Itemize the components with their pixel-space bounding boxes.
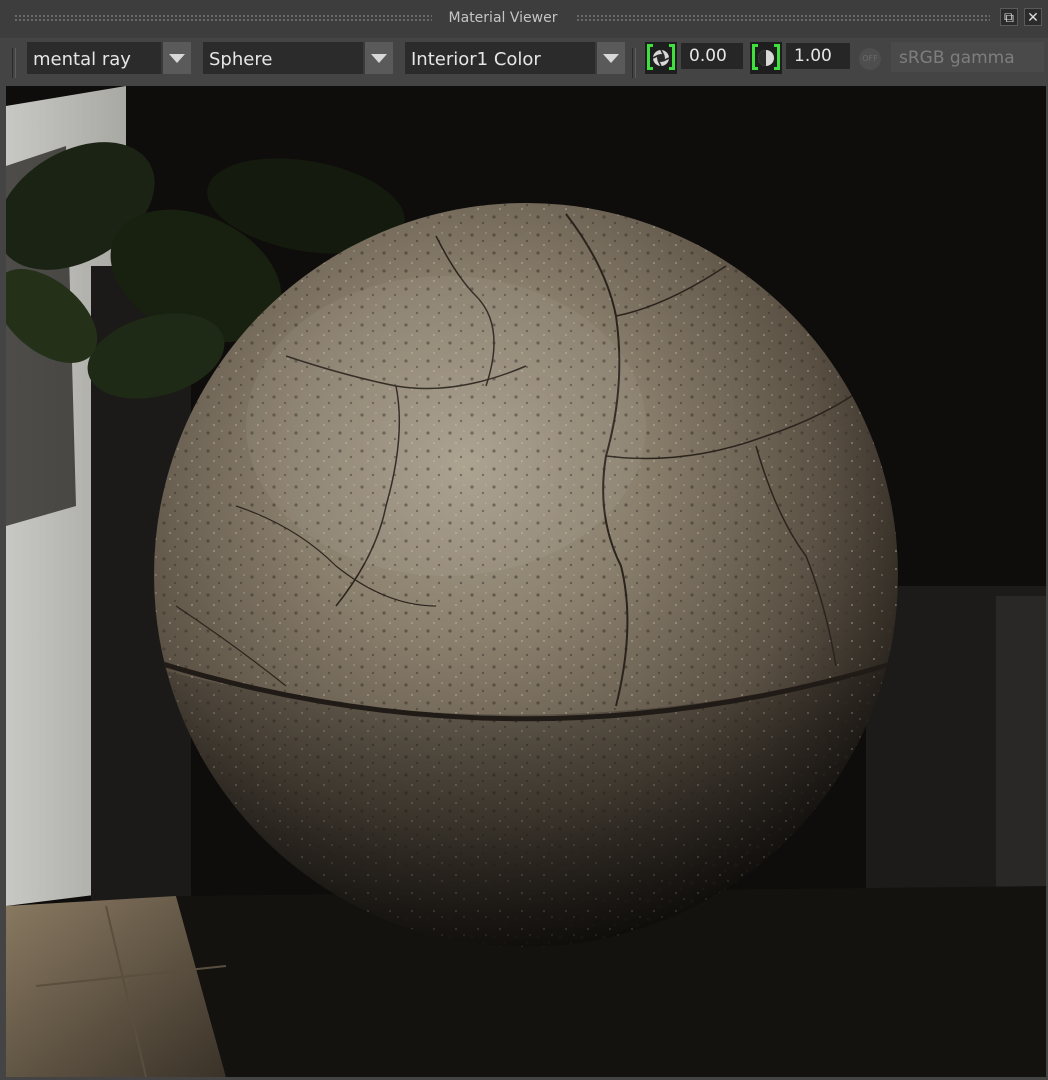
toolbar: mental ray Sphere Interior1 Color 0.00 1… (0, 38, 1048, 86)
chevron-down-icon (603, 54, 619, 63)
material-preview-render (6, 86, 1046, 1077)
material-label: Interior1 Color (411, 49, 541, 70)
title-grip-right[interactable] (576, 14, 990, 22)
float-window-icon[interactable]: ⧉ (1000, 8, 1018, 26)
exposure-toggle-button[interactable] (645, 42, 677, 74)
shape-label: Sphere (209, 49, 273, 70)
title-grip-left[interactable] (14, 14, 432, 22)
close-icon[interactable]: ✕ (1024, 8, 1042, 26)
chevron-down-icon (371, 54, 387, 63)
gamma-input[interactable]: 1.00 (786, 43, 850, 69)
gamma-toggle-button[interactable] (750, 42, 782, 74)
renderer-label: mental ray (33, 49, 131, 70)
material-dropdown-arrow[interactable] (595, 42, 625, 74)
shape-dropdown[interactable]: Sphere (203, 42, 393, 74)
exposure-icon (652, 49, 670, 67)
toolbar-separator (12, 48, 16, 78)
render-viewport[interactable] (6, 86, 1046, 1077)
gamma-icon (758, 50, 774, 66)
shape-dropdown-arrow[interactable] (363, 42, 393, 74)
title-bar[interactable]: Material Viewer ⧉ ✕ (0, 0, 1048, 38)
window-title: Material Viewer (448, 10, 558, 26)
color-space-field[interactable]: sRGB gamma (891, 42, 1044, 72)
view-transform-toggle[interactable]: OFF (859, 48, 881, 70)
toolbar-separator (632, 48, 636, 78)
renderer-dropdown-arrow[interactable] (161, 42, 191, 74)
material-dropdown[interactable]: Interior1 Color (405, 42, 625, 74)
material-viewer-window: Material Viewer ⧉ ✕ mental ray Sphere In… (0, 0, 1048, 1080)
exposure-input[interactable]: 0.00 (681, 43, 743, 69)
renderer-dropdown[interactable]: mental ray (27, 42, 191, 74)
chevron-down-icon (169, 54, 185, 63)
